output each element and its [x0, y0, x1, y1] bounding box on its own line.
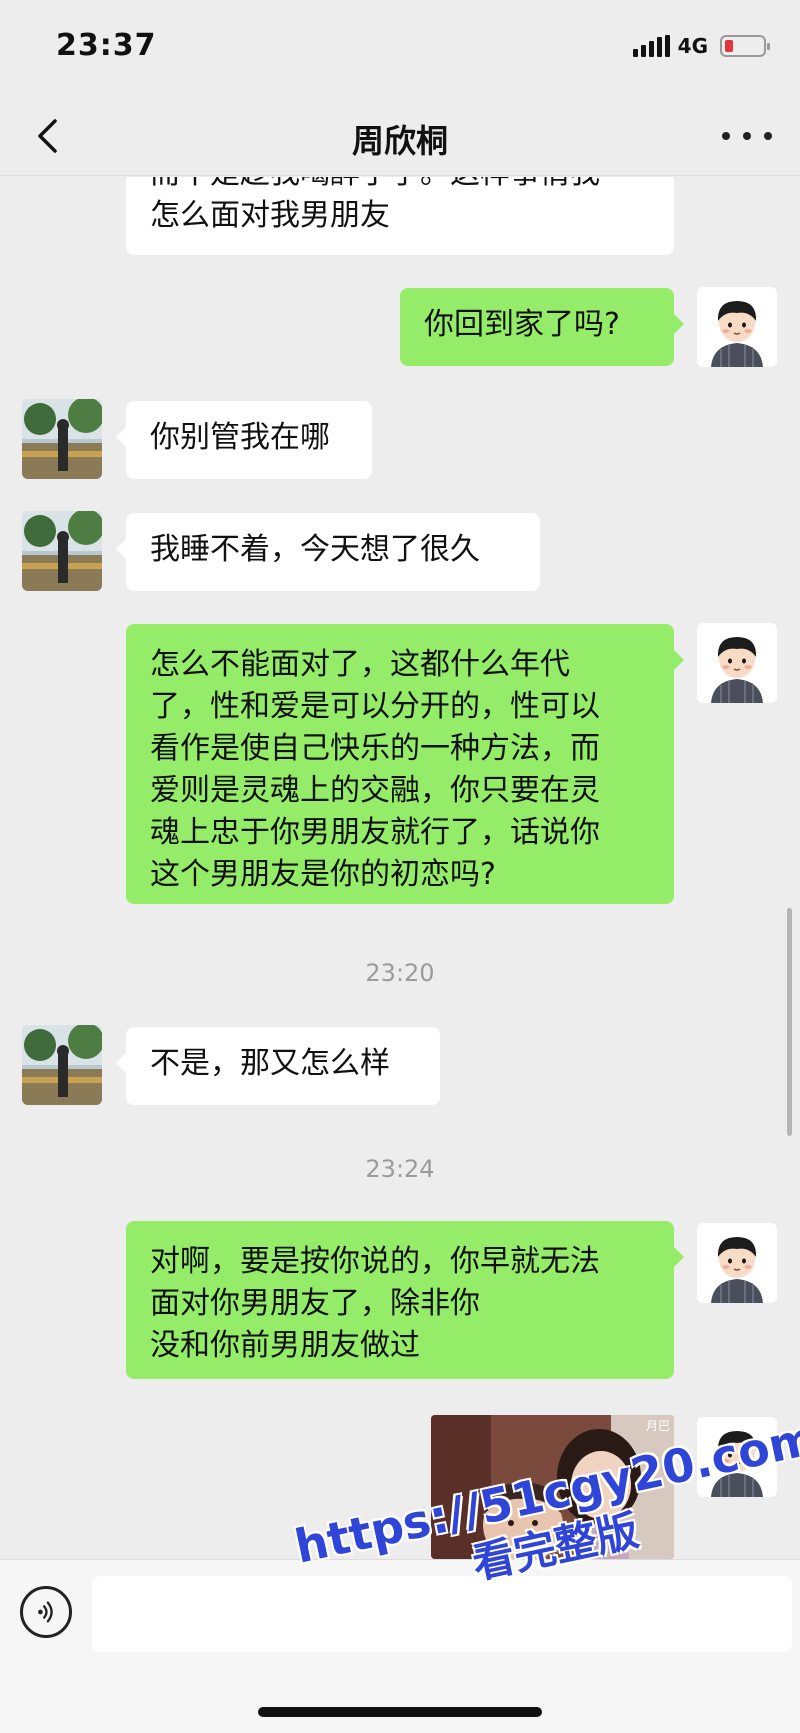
voice-input-button[interactable] [20, 1586, 72, 1638]
my-avatar[interactable] [697, 623, 777, 703]
message-bubble-incoming[interactable]: 你别管我在哪 [116, 401, 372, 479]
dot-icon [722, 132, 730, 140]
message-bubble-outgoing[interactable]: 对啊，要是按你说的，你早就无法 面对你男朋友了，除非你 没和你前男朋友做过 [126, 1221, 684, 1379]
message-bubble-incoming[interactable]: 而不是趁我喝醉了手。这样事情我 怎么面对我男朋友 [126, 177, 674, 255]
message-bubble-incoming[interactable]: 我睡不着，今天想了很久 [116, 513, 540, 591]
contact-avatar[interactable] [22, 399, 102, 479]
contact-photo-icon [22, 511, 102, 591]
message-bubble-incoming[interactable]: 不是，那又怎么样 [116, 1027, 440, 1105]
contact-photo-icon [22, 399, 102, 479]
message-list[interactable]: 而不是趁我喝醉了手。这样事情我 怎么面对我男朋友 你回到家了吗? [0, 177, 800, 1559]
signal-icon [632, 35, 670, 57]
my-avatar[interactable] [697, 1223, 777, 1303]
contact-avatar[interactable] [22, 1025, 102, 1105]
message-bubble-outgoing[interactable]: 怎么不能面对了，这都什么年代 了，性和爱是可以分开的，性可以 看作是使自己快乐的… [126, 624, 684, 904]
sticker-label: 月巴 [645, 1419, 670, 1433]
status-time: 23:37 [56, 28, 157, 63]
network-type: 4G [677, 34, 708, 58]
contact-avatar[interactable] [22, 511, 102, 591]
battery-icon [720, 35, 770, 57]
status-indicators: 4G [632, 34, 770, 58]
message-timestamp: 23:24 [365, 1155, 435, 1183]
scrollbar[interactable] [787, 908, 792, 1136]
chat-title: 周欣桐 [351, 122, 448, 160]
cartoon-boy-avatar-icon [697, 1223, 777, 1303]
cartoon-boy-avatar-icon [697, 623, 777, 703]
status-bar: 23:37 4G [0, 0, 800, 96]
dot-icon [743, 132, 751, 140]
cartoon-boy-avatar-icon [697, 287, 777, 367]
more-options-button[interactable] [722, 120, 772, 152]
voice-icon [38, 1601, 53, 1623]
contact-photo-icon [22, 1025, 102, 1105]
dot-icon [764, 132, 772, 140]
message-timestamp: 23:20 [365, 959, 435, 987]
message-bubble-outgoing[interactable]: 你回到家了吗? [400, 288, 684, 366]
chat-header: 周欣桐 [0, 96, 800, 176]
home-indicator[interactable] [258, 1707, 542, 1717]
my-avatar[interactable] [697, 287, 777, 367]
